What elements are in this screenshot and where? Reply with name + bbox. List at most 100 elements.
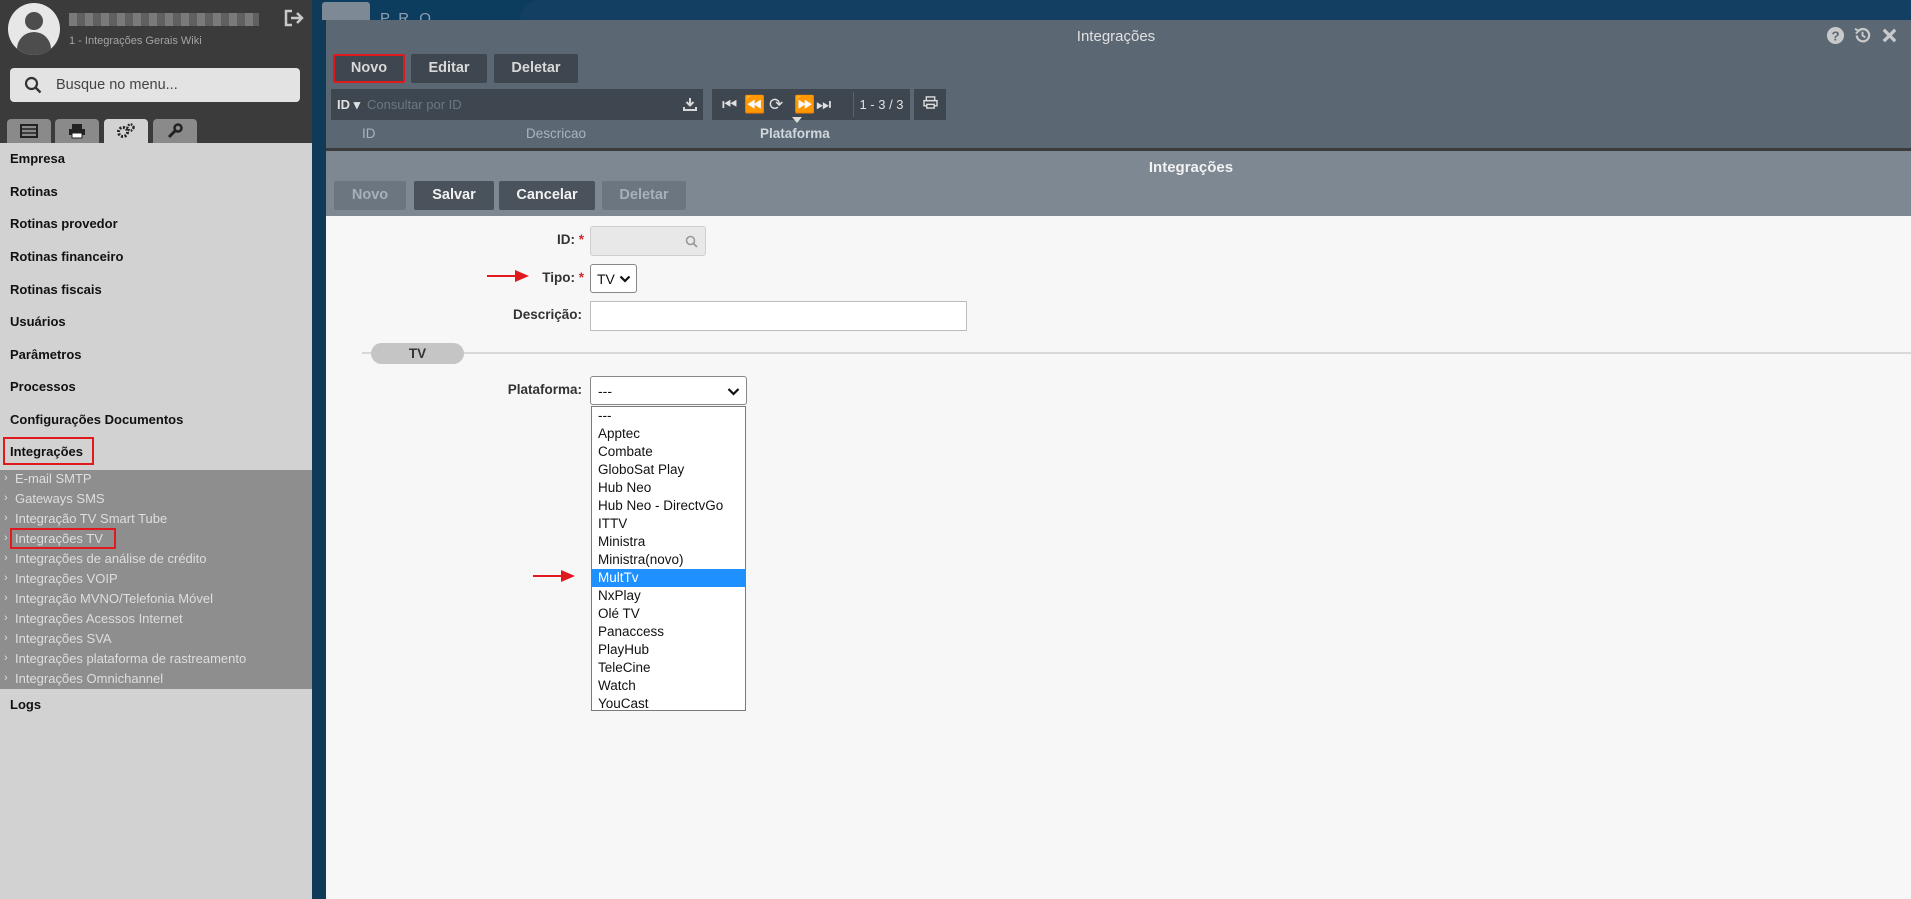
section-divider — [362, 352, 1911, 354]
dropdown-option[interactable]: PlayHub — [592, 641, 745, 659]
dropdown-option[interactable]: --- — [592, 407, 745, 425]
background-window-tab[interactable] — [322, 2, 370, 20]
menu-item-integracoes[interactable]: Integrações — [10, 444, 83, 459]
filter-input[interactable]: Consultar por ID — [367, 97, 462, 112]
novo-button[interactable]: Novo — [333, 54, 405, 83]
submenu-item-sva[interactable]: Integrações SVA — [15, 631, 112, 646]
integracoes-form: ID: * Tipo: * TV Descrição: TV Plataform… — [326, 216, 1911, 899]
form-deletar-button[interactable]: Deletar — [602, 181, 686, 210]
submenu-item-omnichannel[interactable]: Integrações Omnichannel — [15, 671, 163, 686]
last-page-icon[interactable]: ⏭ — [816, 95, 831, 115]
form-novo-button[interactable]: Novo — [334, 181, 406, 210]
prev-page-icon[interactable]: ⏪ — [744, 95, 765, 115]
dropdown-option[interactable]: Watch — [592, 677, 745, 695]
integracoes-list-window: Integrações ? Novo Editar Deletar ID ▾ C… — [326, 20, 1911, 150]
sidebar: 1 - Integrações Gerais Wiki Busque no me… — [0, 0, 312, 899]
submenu-item-mvno[interactable]: Integração MVNO/Telefonia Móvel — [15, 591, 213, 606]
sort-indicator-icon — [792, 117, 802, 123]
submenu-item-integracoes-tv[interactable]: Integrações TV — [15, 531, 103, 546]
submenu-item-acessos-internet[interactable]: Integrações Acessos Internet — [15, 611, 183, 626]
cancelar-button[interactable]: Cancelar — [499, 181, 595, 210]
tipo-select[interactable]: TV — [590, 264, 637, 293]
filter-bar: ID ▾ Consultar por ID — [331, 89, 703, 120]
annotation-arrow-tipo — [487, 270, 529, 282]
menu-item-logs[interactable]: Logs — [10, 697, 41, 712]
column-header-plataforma[interactable]: Plataforma — [760, 126, 830, 141]
plataforma-label: Plataforma: — [507, 382, 582, 397]
dropdown-option[interactable]: NxPlay — [592, 587, 745, 605]
dropdown-option[interactable]: TeleCine — [592, 659, 745, 677]
chevron-right-icon: › — [4, 652, 8, 664]
chevron-right-icon: › — [4, 572, 8, 584]
avatar[interactable] — [8, 3, 60, 55]
dropdown-option[interactable]: Apptec — [592, 425, 745, 443]
dropdown-option[interactable]: Panaccess — [592, 623, 745, 641]
printer-icon — [69, 124, 85, 139]
menu-item-rotinas[interactable]: Rotinas — [10, 184, 58, 199]
tab-settings[interactable] — [104, 119, 148, 143]
next-page-icon[interactable]: ⏩ — [794, 95, 815, 115]
first-page-icon[interactable]: ⏮ — [722, 95, 737, 115]
descricao-field[interactable] — [590, 301, 967, 331]
tab-table[interactable] — [7, 119, 51, 143]
menu-item-rotinas-provedor[interactable]: Rotinas provedor — [10, 216, 118, 231]
dropdown-option[interactable]: Ministra — [592, 533, 745, 551]
logout-icon[interactable] — [284, 9, 306, 27]
menu-item-parametros[interactable]: Parâmetros — [10, 347, 82, 362]
editar-button[interactable]: Editar — [411, 54, 487, 83]
refresh-icon[interactable]: ⟳ — [769, 95, 783, 115]
search-icon[interactable] — [685, 235, 698, 248]
dropdown-option[interactable]: Hub Neo - DirectvGo — [592, 497, 745, 515]
user-subtitle: 1 - Integrações Gerais Wiki — [69, 35, 202, 47]
dropdown-option[interactable]: Hub Neo — [592, 479, 745, 497]
dropdown-option-highlighted[interactable]: MultTv — [592, 569, 745, 587]
submenu-item-integracao-tv-smart-tube[interactable]: Integração TV Smart Tube — [15, 511, 167, 526]
user-name-redacted — [69, 13, 259, 26]
help-icon[interactable]: ? — [1826, 26, 1847, 47]
dropdown-option[interactable]: ITTV — [592, 515, 745, 533]
print-button[interactable] — [914, 89, 946, 120]
window-title: Integrações — [1076, 28, 1156, 45]
filter-field-select[interactable]: ID ▾ — [337, 97, 360, 113]
menu-item-rotinas-fiscais[interactable]: Rotinas fiscais — [10, 282, 102, 297]
download-icon[interactable] — [683, 97, 697, 111]
dropdown-option[interactable]: Combate — [592, 443, 745, 461]
submenu-item-rastreamento[interactable]: Integrações plataforma de rastreamento — [15, 651, 246, 666]
section-tv-header[interactable]: TV — [371, 343, 464, 364]
dropdown-option[interactable]: Olé TV — [592, 605, 745, 623]
tipo-value: TV — [597, 271, 615, 287]
pager-count: 1 - 3 / 3 — [853, 92, 909, 117]
submenu-item-gateways-sms[interactable]: Gateways SMS — [15, 491, 105, 506]
user-bar: 1 - Integrações Gerais Wiki Busque no me… — [0, 0, 312, 143]
menu-item-usuarios[interactable]: Usuários — [10, 314, 66, 329]
close-icon[interactable] — [1880, 26, 1901, 47]
menu-item-rotinas-financeiro[interactable]: Rotinas financeiro — [10, 249, 123, 264]
deletar-button[interactable]: Deletar — [494, 54, 578, 83]
menu-item-configuracoes-documentos[interactable]: Configurações Documentos — [10, 412, 183, 427]
chevron-right-icon: › — [4, 592, 8, 604]
menu-item-empresa[interactable]: Empresa — [10, 151, 65, 166]
submenu-item-email-smtp[interactable]: E-mail SMTP — [15, 471, 92, 486]
sidebar-divider — [312, 0, 326, 899]
printer-icon — [922, 96, 938, 109]
id-field[interactable] — [590, 226, 706, 256]
id-label: ID: * — [556, 232, 584, 247]
search-icon — [24, 76, 42, 94]
tab-tools[interactable] — [153, 119, 197, 143]
submenu-item-analise-credito[interactable]: Integrações de análise de crédito — [15, 551, 207, 566]
history-icon[interactable] — [1853, 26, 1874, 47]
menu-search-input[interactable]: Busque no menu... — [10, 68, 300, 102]
submenu-item-voip[interactable]: Integrações VOIP — [15, 571, 118, 586]
dropdown-option[interactable]: YouCast — [592, 695, 745, 713]
plataforma-select[interactable]: --- — [590, 376, 747, 405]
tab-print[interactable] — [55, 119, 99, 143]
column-header-id[interactable]: ID — [362, 126, 376, 141]
gears-icon — [117, 123, 135, 138]
column-header-descricao[interactable]: Descricao — [526, 126, 586, 141]
dropdown-option[interactable]: Ministra(novo) — [592, 551, 745, 569]
chevron-right-icon: › — [4, 472, 8, 484]
salvar-button[interactable]: Salvar — [414, 181, 494, 210]
menu-item-processos[interactable]: Processos — [10, 379, 76, 394]
dropdown-option[interactable]: GloboSat Play — [592, 461, 745, 479]
svg-text:?: ? — [1831, 28, 1839, 43]
